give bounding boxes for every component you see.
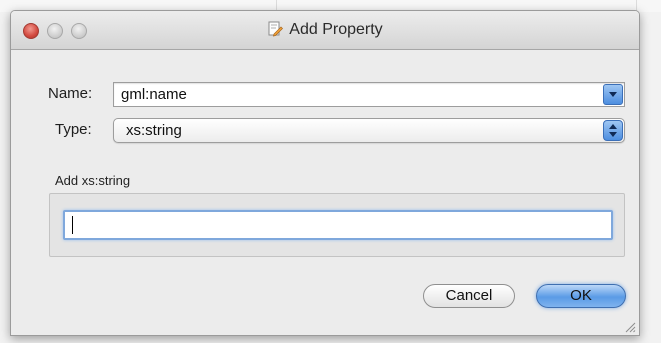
type-select-arrows[interactable] — [603, 120, 623, 141]
name-combobox[interactable]: gml:name — [113, 82, 625, 107]
name-value[interactable]: gml:name — [121, 86, 187, 103]
type-select[interactable]: xs:string — [113, 118, 625, 143]
resize-grip-icon[interactable] — [624, 320, 636, 333]
chevron-down-icon — [609, 92, 617, 97]
chevron-down-icon — [609, 132, 617, 137]
type-label: Type: — [55, 121, 92, 138]
document-pencil-icon — [267, 21, 284, 42]
value-input[interactable] — [63, 210, 613, 240]
value-group-box — [49, 193, 625, 257]
type-value: xs:string — [126, 122, 182, 139]
ok-button[interactable]: OK — [536, 284, 626, 308]
name-dropdown-button[interactable] — [603, 84, 623, 105]
window-title-group: Add Property — [11, 21, 639, 42]
title-bar[interactable]: Add Property — [11, 11, 639, 50]
add-property-dialog: Add Property Name: gml:name Type: xs:str… — [10, 10, 640, 336]
text-caret — [72, 216, 73, 234]
cancel-button[interactable]: Cancel — [423, 284, 515, 308]
value-group-label: Add xs:string — [55, 173, 131, 188]
chevron-up-icon — [609, 124, 617, 129]
name-label: Name: — [48, 85, 93, 102]
window-title: Add Property — [289, 21, 383, 38]
